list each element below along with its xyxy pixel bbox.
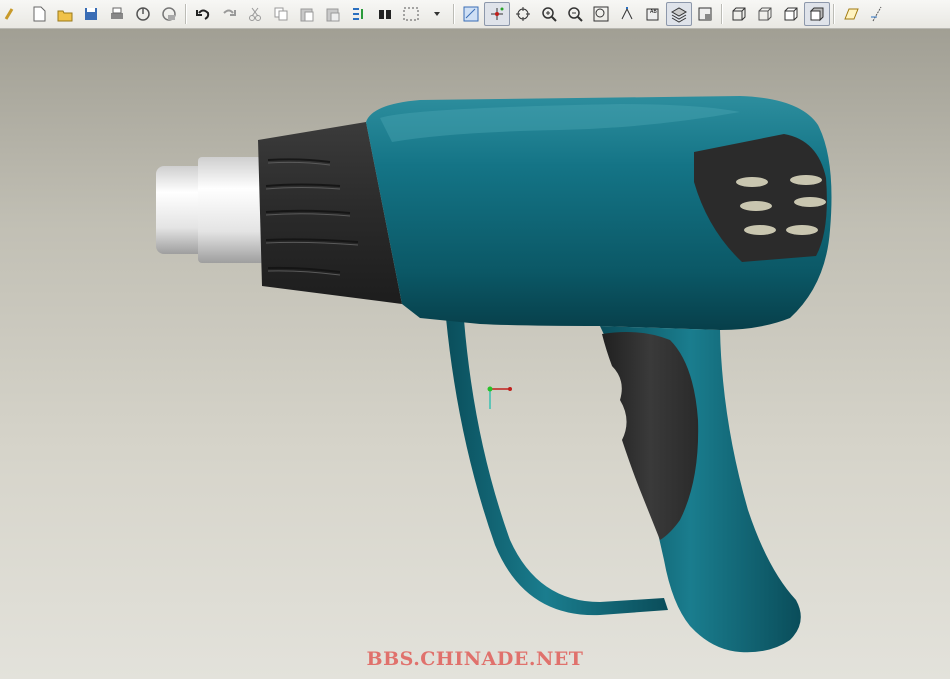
refit-icon[interactable] <box>588 2 614 26</box>
saved-views-icon[interactable]: AB <box>640 2 666 26</box>
save-icon[interactable] <box>78 2 104 26</box>
nozzle <box>156 157 264 263</box>
redo-icon[interactable] <box>216 2 242 26</box>
wireframe-icon[interactable] <box>726 2 752 26</box>
hidden-line-icon[interactable] <box>752 2 778 26</box>
reorient-icon[interactable] <box>614 2 640 26</box>
model-view <box>156 96 832 653</box>
dropdown-arrow-icon[interactable] <box>424 2 450 26</box>
copy-icon[interactable] <box>268 2 294 26</box>
datum-axis-icon[interactable] <box>864 2 890 26</box>
edge-icon[interactable] <box>0 2 26 26</box>
watermark: BBS.CHINADE.NET <box>366 648 584 670</box>
shading-icon[interactable] <box>804 2 830 26</box>
main-toolbar: AB <box>0 0 950 29</box>
orient-mode-icon[interactable] <box>510 2 536 26</box>
toolbar-separator <box>721 4 723 24</box>
svg-text:AB: AB <box>650 9 657 15</box>
no-hidden-icon[interactable] <box>778 2 804 26</box>
zoom-in-icon[interactable] <box>536 2 562 26</box>
spin-center-icon[interactable] <box>484 2 510 26</box>
toolbar-separator <box>833 4 835 24</box>
repaint-icon[interactable] <box>458 2 484 26</box>
paste-icon[interactable] <box>294 2 320 26</box>
open-folder-icon[interactable] <box>52 2 78 26</box>
selection-box-icon[interactable] <box>398 2 424 26</box>
zoom-out-icon[interactable] <box>562 2 588 26</box>
undo-icon[interactable] <box>190 2 216 26</box>
layers-icon[interactable] <box>666 2 692 26</box>
rubber-grip <box>602 332 699 540</box>
find-icon[interactable] <box>372 2 398 26</box>
coordinate-system-marker <box>487 386 512 409</box>
cut-icon[interactable] <box>242 2 268 26</box>
datum-plane-icon[interactable] <box>838 2 864 26</box>
toolbar-separator <box>453 4 455 24</box>
mail-attachment-icon[interactable] <box>156 2 182 26</box>
toolbar-separator <box>185 4 187 24</box>
graphics-viewport[interactable] <box>0 29 950 679</box>
print-icon[interactable] <box>104 2 130 26</box>
new-file-icon[interactable] <box>26 2 52 26</box>
regenerate-icon[interactable] <box>346 2 372 26</box>
send-mail-icon[interactable] <box>130 2 156 26</box>
view-manager-icon[interactable] <box>692 2 718 26</box>
paste-special-icon[interactable] <box>320 2 346 26</box>
